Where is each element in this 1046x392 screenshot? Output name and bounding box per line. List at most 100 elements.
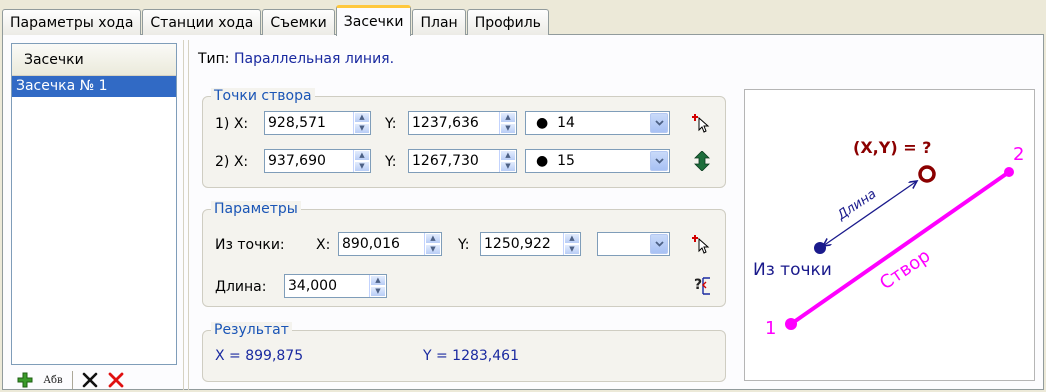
from-point-label: Из точки bbox=[753, 260, 832, 280]
row1-x-field[interactable]: 928,571 ▲ ▼ bbox=[264, 111, 371, 135]
measure-length-button[interactable]: ? bbox=[691, 275, 713, 297]
spinner[interactable]: ▲ ▼ bbox=[353, 150, 370, 172]
pick-cursor-icon bbox=[692, 235, 710, 254]
alignment-points-group: Точки створа 1) X: 928,571 ▲ ▼ Y: 1237,63… bbox=[202, 88, 726, 188]
point-1-marker bbox=[785, 318, 797, 330]
group-title: Результат bbox=[211, 322, 292, 338]
intersections-list[interactable]: Засечки Засечка № 1 bbox=[11, 43, 177, 365]
list-header[interactable]: Засечки bbox=[12, 44, 176, 76]
group-title: Параметры bbox=[211, 201, 301, 217]
length-value: 34,000 bbox=[288, 278, 337, 294]
tab-traverse-stations[interactable]: Станции хода bbox=[142, 9, 262, 35]
row1-y-label: Y: bbox=[385, 116, 397, 132]
splitter[interactable] bbox=[183, 40, 189, 390]
chevron-down-icon[interactable] bbox=[650, 234, 668, 254]
spin-down-icon[interactable]: ▼ bbox=[564, 244, 580, 255]
spin-up-icon[interactable]: ▲ bbox=[354, 150, 370, 161]
tab-intersections[interactable]: Засечки bbox=[335, 5, 412, 36]
parallel-line-diagram: 1 2 Створ (X,Y) = ? Длина Из точки bbox=[744, 89, 1035, 381]
measure-question-icon: ? bbox=[694, 277, 710, 295]
row2-y-field[interactable]: 1267,730 ▲ ▼ bbox=[408, 149, 517, 173]
spinner[interactable]: ▲ ▼ bbox=[369, 275, 386, 297]
parameters-group: Параметры Из точки: X: 890,016 ▲ ▼ Y: 125… bbox=[202, 201, 726, 307]
rename-button[interactable]: Абв bbox=[40, 370, 66, 390]
spin-up-icon[interactable]: ▲ bbox=[500, 150, 516, 161]
pick-points-button[interactable] bbox=[691, 112, 713, 134]
spin-up-icon[interactable]: ▲ bbox=[370, 275, 386, 286]
spin-down-icon[interactable]: ▼ bbox=[500, 161, 516, 172]
row2-point-value: ● 15 bbox=[536, 153, 575, 169]
delete-button[interactable] bbox=[79, 370, 101, 390]
from-x-value: 890,016 bbox=[342, 236, 400, 252]
spinner[interactable]: ▲ ▼ bbox=[563, 233, 580, 255]
point-2-marker bbox=[1004, 167, 1014, 177]
plus-icon bbox=[17, 372, 33, 388]
rename-label: Абв bbox=[43, 374, 63, 386]
swap-points-button[interactable] bbox=[691, 150, 713, 172]
point-2-label: 2 bbox=[1013, 144, 1024, 165]
row1-y-value: 1237,636 bbox=[412, 115, 479, 131]
length-field[interactable]: 34,000 ▲ ▼ bbox=[284, 274, 387, 298]
result-group: Результат X = 899,875 Y = 1283,461 bbox=[202, 322, 726, 382]
black-x-icon bbox=[82, 372, 98, 388]
row1-x-value: 928,571 bbox=[268, 115, 326, 131]
spinner[interactable]: ▲ ▼ bbox=[424, 233, 441, 255]
from-x-field[interactable]: 890,016 ▲ ▼ bbox=[338, 232, 442, 256]
length-label: Длина: bbox=[215, 279, 267, 295]
row2-x-field[interactable]: 937,690 ▲ ▼ bbox=[264, 149, 371, 173]
diagram-canvas: 1 2 Створ (X,Y) = ? Длина Из точки bbox=[753, 138, 1024, 339]
red-x-icon bbox=[108, 372, 124, 388]
spinner[interactable]: ▲ ▼ bbox=[499, 150, 516, 172]
tab-traverse-params[interactable]: Параметры хода bbox=[2, 9, 142, 35]
spinner[interactable]: ▲ ▼ bbox=[353, 112, 370, 134]
row1-y-field[interactable]: 1237,636 ▲ ▼ bbox=[408, 111, 517, 135]
list-item[interactable]: Засечка № 1 bbox=[12, 76, 176, 97]
delete-all-button[interactable] bbox=[105, 370, 127, 390]
line-label: Створ bbox=[876, 245, 934, 294]
row2-x-value: 937,690 bbox=[268, 153, 326, 169]
point-1-label: 1 bbox=[765, 318, 776, 339]
add-button[interactable] bbox=[14, 370, 36, 390]
param-y-label: Y: bbox=[458, 237, 470, 253]
pick-cursor-icon bbox=[692, 114, 710, 133]
question-label: (X,Y) = ? bbox=[853, 138, 931, 157]
spin-down-icon[interactable]: ▼ bbox=[354, 161, 370, 172]
type-label: Тип: bbox=[198, 51, 230, 67]
spin-down-icon[interactable]: ▼ bbox=[425, 244, 441, 255]
target-point-marker bbox=[918, 165, 936, 183]
row1-point-value: ● 14 bbox=[536, 115, 575, 131]
type-value: Параллельная линия. bbox=[233, 51, 395, 67]
group-title: Точки створа bbox=[211, 88, 315, 104]
row2-point-select[interactable]: ● 15 bbox=[525, 149, 670, 173]
tab-plan[interactable]: План bbox=[412, 9, 466, 35]
spin-up-icon[interactable]: ▲ bbox=[425, 233, 441, 244]
row1-point-select[interactable]: ● 14 bbox=[525, 111, 670, 135]
spinner[interactable]: ▲ ▼ bbox=[499, 112, 516, 134]
spin-down-icon[interactable]: ▼ bbox=[354, 123, 370, 134]
toolbar-separator bbox=[72, 371, 73, 389]
list-toolbar: Абв bbox=[14, 369, 131, 391]
spin-up-icon[interactable]: ▲ bbox=[500, 112, 516, 123]
from-y-value: 1250,922 bbox=[484, 236, 551, 252]
spin-up-icon[interactable]: ▲ bbox=[354, 112, 370, 123]
type-line: Тип: Параллельная линия. bbox=[198, 51, 394, 67]
length-label: Длина bbox=[834, 187, 879, 224]
tab-surveys[interactable]: Съемки bbox=[262, 9, 335, 35]
from-point-label: Из точки: bbox=[215, 237, 285, 253]
from-point-select[interactable] bbox=[597, 232, 670, 256]
chevron-down-icon[interactable] bbox=[650, 151, 668, 171]
chevron-down-icon[interactable] bbox=[650, 113, 668, 133]
from-point-value bbox=[598, 233, 649, 255]
from-point-marker bbox=[814, 242, 826, 254]
row1-x-label: 1) X: bbox=[215, 116, 249, 132]
row2-y-value: 1267,730 bbox=[412, 153, 479, 169]
spin-down-icon[interactable]: ▼ bbox=[500, 123, 516, 134]
tab-strip: Параметры хода Станции хода Съемки Засеч… bbox=[2, 4, 550, 36]
pick-from-point-button[interactable] bbox=[691, 233, 713, 255]
spin-down-icon[interactable]: ▼ bbox=[370, 286, 386, 297]
spin-up-icon[interactable]: ▲ bbox=[564, 233, 580, 244]
tab-profile[interactable]: Профиль bbox=[466, 9, 549, 35]
result-x: X = 899,875 bbox=[215, 348, 304, 364]
svg-text:?: ? bbox=[694, 277, 702, 293]
from-y-field[interactable]: 1250,922 ▲ ▼ bbox=[480, 232, 581, 256]
